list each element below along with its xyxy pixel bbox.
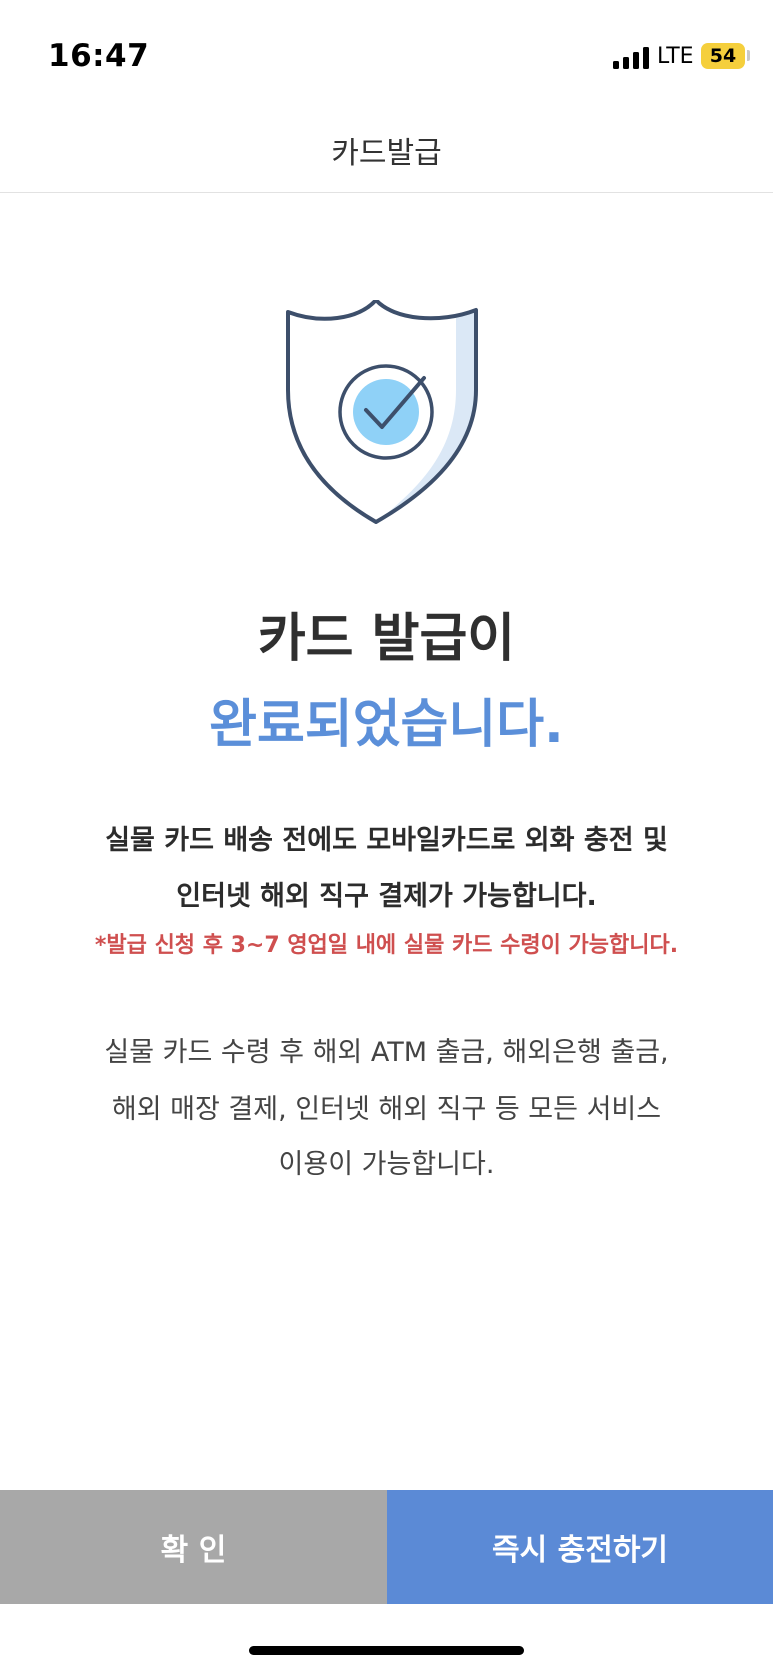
- page-header: 카드발급: [0, 110, 773, 193]
- charge-now-button[interactable]: 즉시 충전하기: [387, 1490, 773, 1604]
- battery-tip: [747, 50, 750, 61]
- battery-icon: 54: [701, 43, 745, 69]
- home-indicator: [249, 1646, 524, 1655]
- headline-primary: 카드 발급이: [257, 609, 516, 669]
- shield-check-icon: [286, 300, 478, 524]
- info-line-2: 해외 매장 결제, 인터넷 해외 직구 등 모든 서비스: [111, 1094, 662, 1125]
- headline-accent: 완료되었습니다.: [209, 695, 564, 755]
- description-line-1: 실물 카드 배송 전에도 모바일카드로 외화 충전 및: [105, 825, 668, 856]
- description-line-2: 인터넷 해외 직구 결제가 가능합니다.: [176, 881, 597, 912]
- delivery-notice: *발급 신청 후 3~7 영업일 내에 실물 카드 수령이 가능합니다.: [94, 933, 679, 958]
- signal-icon: [613, 45, 649, 69]
- info-line-3: 이용이 가능합니다.: [278, 1149, 495, 1180]
- page-title: 카드발급: [331, 136, 442, 171]
- status-time: 16:47: [48, 38, 150, 74]
- confirm-button[interactable]: 확 인: [0, 1490, 387, 1604]
- status-bar: 16:47 LTE 54: [0, 0, 773, 110]
- network-type: LTE: [657, 44, 694, 69]
- info-line-1: 실물 카드 수령 후 해외 ATM 출금, 해외은행 출금,: [104, 1037, 669, 1068]
